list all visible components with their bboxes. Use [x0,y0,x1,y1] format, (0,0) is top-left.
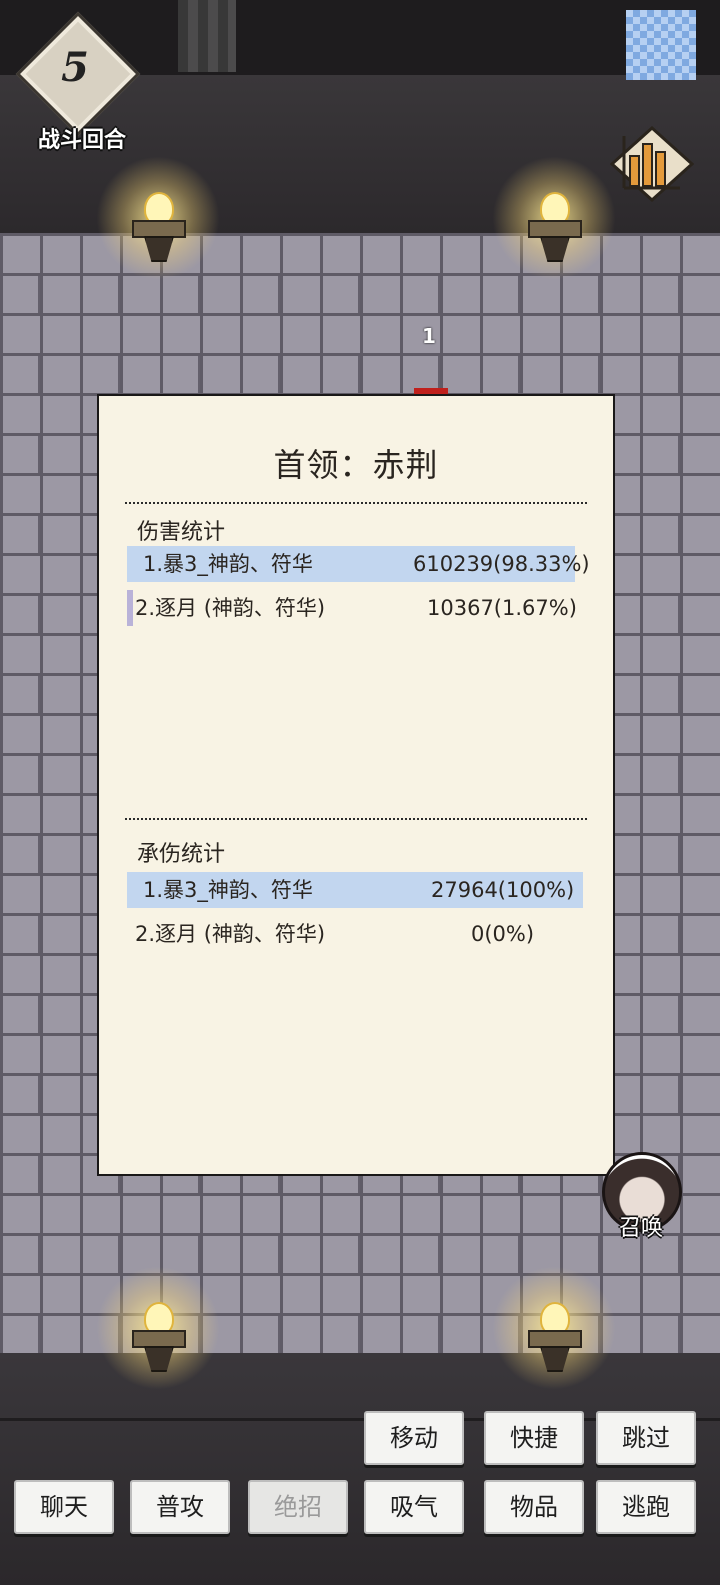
torch-icon [96,156,220,280]
damage-value: 10367(1.67%) [427,596,577,620]
dotted-divider [125,502,587,504]
chat-button[interactable]: 聊天 [14,1480,114,1534]
flee-button[interactable]: 逃跑 [596,1480,696,1534]
items-button[interactable]: 物品 [484,1480,584,1534]
bar-chart-icon[interactable] [610,126,694,202]
battle-stats-panel[interactable]: 首领：赤荆 伤害统计 1.暴3_神韵、符华 610239(98.33%) 2.逐… [97,394,615,1176]
player-name: 2.逐月 (神韵、符华) [135,922,326,946]
round-number: 5 [61,44,89,91]
taken-section-label: 承伤统计 [137,842,226,867]
ultimate-button[interactable]: 绝招 [248,1480,348,1534]
damage-section-label: 伤害统计 [137,520,226,545]
damage-row: 1.暴3_神韵、符华 610239(98.33%) [127,546,590,582]
damage-value: 610239(98.33%) [413,552,590,576]
round-label: 战斗回合 [37,128,126,153]
move-button[interactable]: 移动 [364,1411,464,1465]
attack-button[interactable]: 普攻 [130,1480,230,1534]
torch-icon [492,1266,616,1390]
panel-title: 首领：赤荆 [273,446,439,484]
torch-icon [96,1266,220,1390]
dotted-divider [125,818,587,820]
pixelated-character [178,0,236,72]
pixelated-avatar[interactable] [626,10,696,80]
damage-share-bar [127,590,133,626]
taken-row: 1.暴3_神韵、符华 27964(100%) [127,872,583,908]
summon-label[interactable]: 召唤 [606,1210,676,1242]
torch-icon [492,156,616,280]
player-name: 2.逐月 (神韵、符华) [135,596,326,620]
breathe-button[interactable]: 吸气 [364,1480,464,1534]
dungeon-floor [0,1353,720,1585]
skip-button[interactable]: 跳过 [596,1411,696,1465]
taken-value: 0(0%) [471,922,535,946]
player-name: 1.暴3_神韵、符华 [143,552,313,576]
floating-damage-number: 1 [422,324,436,348]
taken-row: 2.逐月 (神韵、符华) 0(0%) [127,916,583,952]
player-name: 1.暴3_神韵、符华 [143,878,313,902]
shortcut-button[interactable]: 快捷 [484,1411,584,1465]
damage-row: 2.逐月 (神韵、符华) 10367(1.67%) [127,590,583,626]
taken-value: 27964(100%) [431,878,575,902]
